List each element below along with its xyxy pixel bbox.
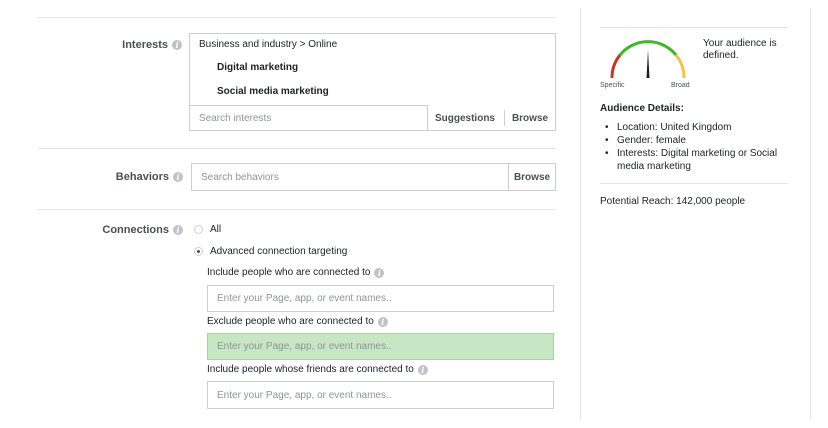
potential-reach-text: Potential Reach: 142,000 people bbox=[600, 196, 746, 207]
suggestions-button[interactable]: Suggestions bbox=[429, 105, 501, 131]
audience-gauge bbox=[610, 40, 686, 79]
option-all[interactable]: All bbox=[194, 224, 221, 235]
list-item: Location: United Kingdom bbox=[600, 121, 788, 134]
right-top-divider bbox=[600, 27, 788, 28]
info-icon[interactable]: i bbox=[172, 40, 182, 51]
option-advanced-connection-targeting[interactable]: Advanced connection targeting bbox=[194, 246, 347, 257]
search-behaviors-input[interactable]: Search behaviors bbox=[191, 163, 509, 191]
interests-label: Interests i bbox=[42, 39, 182, 51]
top-divider bbox=[38, 17, 556, 18]
friends-connected-label: Include people whose friends are connect… bbox=[207, 364, 428, 375]
behaviors-label: Behaviors i bbox=[43, 171, 183, 183]
reach-divider bbox=[600, 183, 788, 184]
list-item: Gender: female bbox=[600, 134, 788, 147]
radio-all[interactable] bbox=[194, 225, 203, 234]
audience-details-title: Audience Details: bbox=[600, 103, 684, 114]
audience-details-list: Location: United Kingdom Gender: female … bbox=[600, 121, 788, 173]
interests-breadcrumb: Business and industry > Online bbox=[199, 39, 338, 50]
interests-browse-button[interactable]: Browse bbox=[505, 105, 555, 131]
audience-status-text: Your audience is defined. bbox=[703, 38, 777, 61]
connections-label: Connections i bbox=[43, 224, 183, 236]
include-connected-input[interactable]: Enter your Page, app, or event names.. bbox=[207, 285, 554, 312]
info-icon[interactable]: i bbox=[377, 316, 388, 327]
gauge-arc-yellow bbox=[674, 54, 686, 79]
right-edge-divider bbox=[810, 8, 811, 420]
exclude-connected-input[interactable]: Enter your Page, app, or event names.. bbox=[207, 333, 554, 360]
info-icon[interactable]: i bbox=[173, 225, 183, 236]
gauge-needle bbox=[646, 50, 650, 78]
exclude-connected-label: Exclude people who are connected to i bbox=[207, 316, 388, 327]
gauge-specific-label: Specific bbox=[600, 82, 625, 89]
gauge-broad-label: Broad bbox=[671, 82, 690, 89]
info-icon[interactable]: i bbox=[374, 267, 385, 278]
friends-connected-input[interactable]: Enter your Page, app, or event names.. bbox=[207, 381, 554, 409]
interest-item-digital-marketing: Digital marketing bbox=[217, 62, 299, 73]
info-icon[interactable]: i bbox=[417, 364, 428, 375]
interests-divider bbox=[38, 148, 556, 149]
include-connected-label: Include people who are connected to i bbox=[207, 267, 385, 278]
gauge-arc-red bbox=[610, 54, 622, 79]
behaviors-divider bbox=[38, 209, 556, 210]
search-interests-input[interactable]: Search interests bbox=[189, 105, 428, 131]
interest-item-social-media-marketing: Social media marketing bbox=[217, 86, 329, 97]
behaviors-browse-button[interactable]: Browse bbox=[508, 163, 556, 191]
panel-divider bbox=[580, 8, 581, 420]
list-item: Interests: Digital marketing or Social m… bbox=[600, 147, 788, 173]
radio-advanced[interactable] bbox=[194, 247, 203, 256]
info-icon[interactable]: i bbox=[173, 172, 183, 183]
